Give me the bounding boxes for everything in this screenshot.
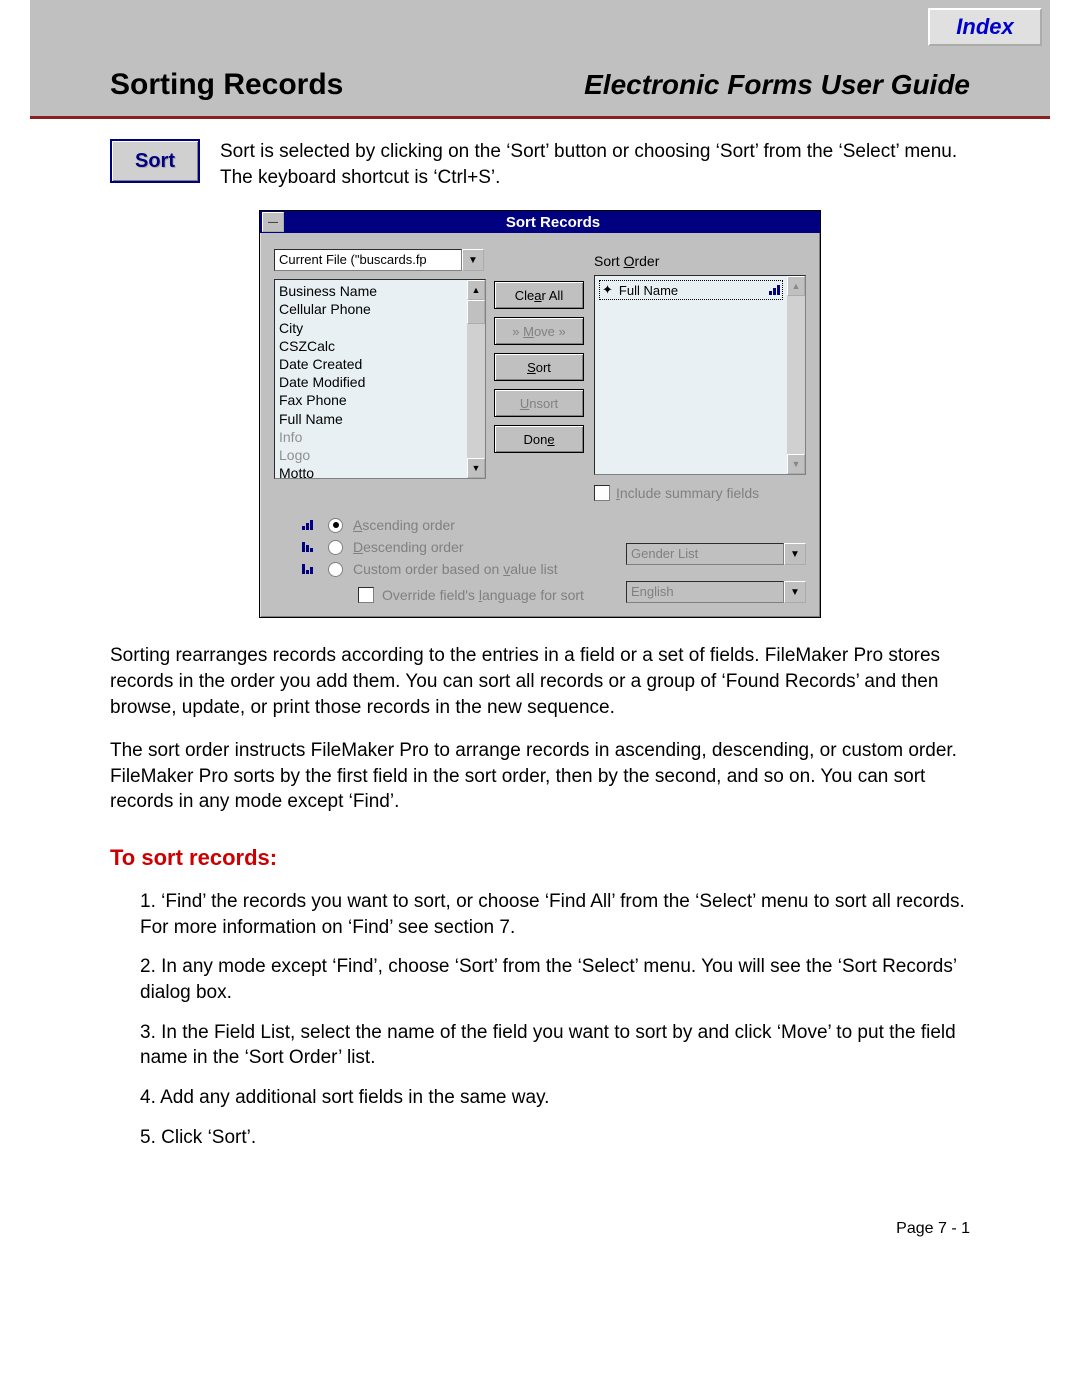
move-button[interactable]: » Move »: [494, 317, 584, 345]
sort-toolbar-button[interactable]: Sort: [110, 139, 200, 183]
sort-records-dialog: — Sort Records Current File ("buscards.f…: [259, 210, 821, 618]
dialog-title: Sort Records: [286, 214, 820, 231]
step-item: 4. Add any additional sort fields in the…: [140, 1085, 970, 1111]
system-menu-icon[interactable]: —: [262, 212, 284, 232]
value-list-dropdown[interactable]: Gender List ▼: [626, 543, 806, 565]
value-list-value: Gender List: [626, 543, 784, 565]
field-listbox[interactable]: Business NameCellular PhoneCityCSZCalcDa…: [274, 279, 486, 479]
radio-icon[interactable]: [328, 518, 343, 533]
step-item: 2. In any mode except ‘Find’, choose ‘So…: [140, 954, 970, 1005]
radio-icon[interactable]: [328, 540, 343, 555]
dropdown-arrow-icon[interactable]: ▼: [784, 581, 806, 603]
sort-order-item[interactable]: ✦ Full Name: [599, 280, 783, 300]
top-bar: Index: [30, 0, 1050, 50]
ascending-icon: [302, 520, 318, 530]
dropdown-arrow-icon[interactable]: ▼: [784, 543, 806, 565]
sort-order-listbox[interactable]: ✦ Full Name ▲ ▼: [594, 275, 806, 475]
unsort-button[interactable]: Unsort: [494, 389, 584, 417]
field-list-item[interactable]: CSZCalc: [279, 337, 463, 355]
field-list-item[interactable]: Full Name: [279, 410, 463, 428]
step-item: 3. In the Field List, select the name of…: [140, 1020, 970, 1071]
language-value: English: [626, 581, 784, 603]
ascending-icon: [769, 285, 780, 295]
field-list-item[interactable]: Info: [279, 428, 463, 446]
scroll-thumb[interactable]: [467, 300, 485, 324]
field-list-item[interactable]: City: [279, 319, 463, 337]
dialog-titlebar: — Sort Records: [260, 211, 820, 233]
file-dropdown-value: Current File ("buscards.fp: [274, 249, 462, 271]
field-list-item[interactable]: Fax Phone: [279, 391, 463, 409]
field-list-item[interactable]: Motto: [279, 464, 463, 482]
radio-icon[interactable]: [328, 562, 343, 577]
page-header: Sorting Records Electronic Forms User Gu…: [30, 50, 1050, 119]
field-list-item[interactable]: Business Name: [279, 282, 463, 300]
body-paragraph: Sorting rearranges records according to …: [110, 643, 970, 720]
scroll-down-icon[interactable]: ▼: [787, 454, 805, 474]
checkbox-icon[interactable]: [358, 587, 374, 603]
scrollbar[interactable]: ▲ ▼: [467, 280, 485, 478]
dropdown-arrow-icon[interactable]: ▼: [462, 249, 484, 271]
language-dropdown[interactable]: English ▼: [626, 581, 806, 603]
page-number: Page 7 - 1: [110, 1220, 970, 1238]
descending-icon: [302, 542, 318, 552]
include-summary-checkbox[interactable]: Include summary fields: [594, 485, 806, 501]
scrollbar[interactable]: ▲ ▼: [787, 276, 805, 474]
intro-text: Sort is selected by clicking on the ‘Sor…: [220, 139, 970, 190]
done-button[interactable]: Done: [494, 425, 584, 453]
scroll-up-icon[interactable]: ▲: [787, 276, 805, 296]
field-list-item[interactable]: Date Created: [279, 355, 463, 373]
scroll-down-icon[interactable]: ▼: [467, 458, 485, 478]
scroll-up-icon[interactable]: ▲: [467, 280, 485, 300]
page-title: Sorting Records: [110, 68, 343, 102]
guide-title: Electronic Forms User Guide: [584, 69, 970, 101]
sort-order-item-label: Full Name: [619, 283, 763, 298]
checkbox-icon[interactable]: [594, 485, 610, 501]
file-dropdown[interactable]: Current File ("buscards.fp ▼: [274, 249, 484, 271]
clear-all-button[interactable]: Clear All: [494, 281, 584, 309]
body-paragraph: The sort order instructs FileMaker Pro t…: [110, 738, 970, 815]
section-heading: To sort records:: [110, 845, 970, 871]
ascending-radio[interactable]: Ascending order: [302, 517, 806, 533]
sort-button[interactable]: Sort: [494, 353, 584, 381]
field-list-item[interactable]: Date Modified: [279, 373, 463, 391]
sort-order-label: Sort Order: [594, 253, 806, 269]
field-list-item[interactable]: Cellular Phone: [279, 300, 463, 318]
step-item: 5. Click ‘Sort’.: [140, 1125, 970, 1151]
index-button[interactable]: Index: [928, 8, 1042, 46]
step-item: 1. ‘Find’ the records you want to sort, …: [140, 889, 970, 940]
custom-icon: [302, 564, 318, 574]
field-list-item[interactable]: Logo: [279, 446, 463, 464]
